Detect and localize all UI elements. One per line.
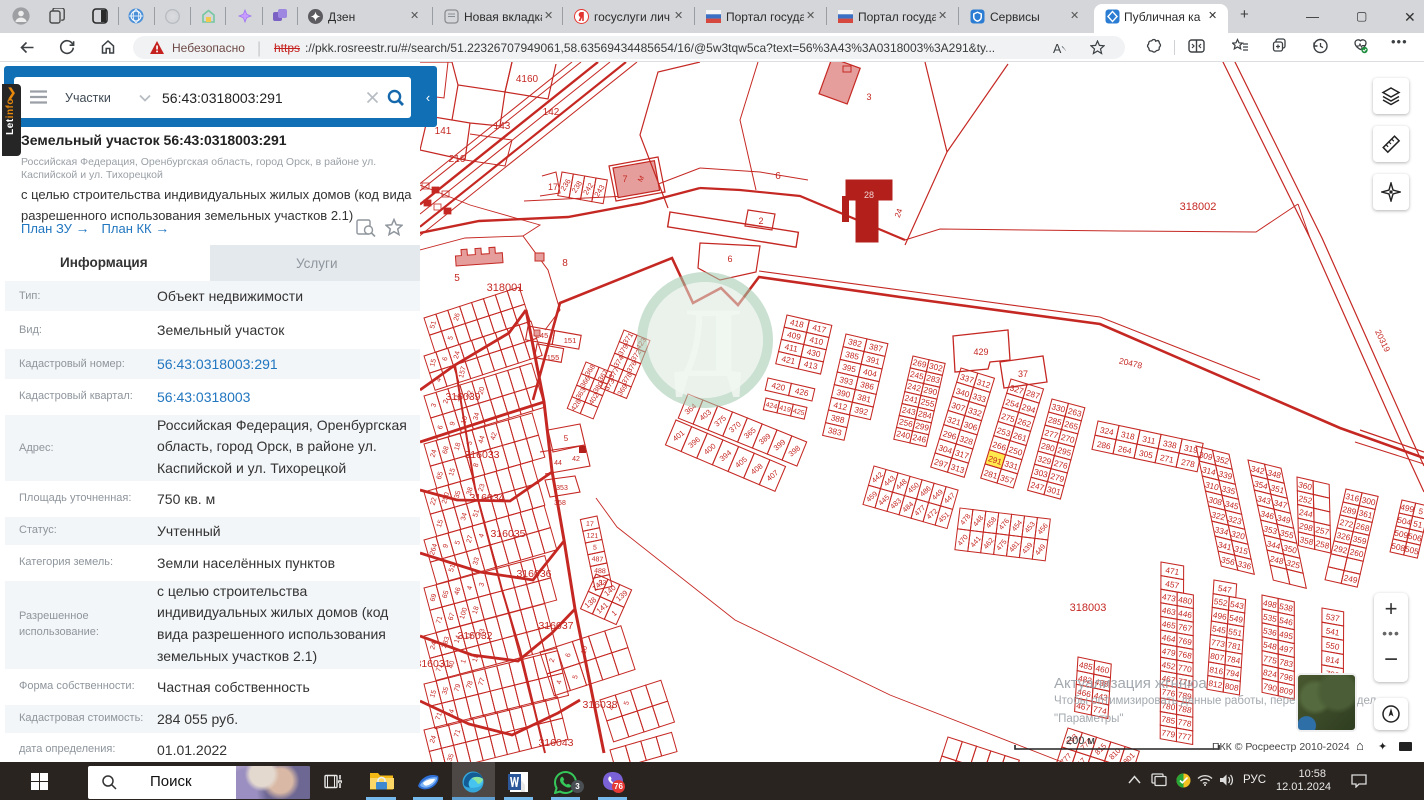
svg-text:316031: 316031 [420,658,451,670]
svg-text:358: 358 [554,500,566,507]
svg-text:141: 141 [435,126,452,137]
svg-text:216: 216 [449,154,466,165]
svg-text:487: 487 [591,556,603,564]
svg-text:Д: Д [674,287,743,398]
svg-text:151: 151 [564,336,577,345]
svg-text:316035: 316035 [490,528,525,540]
svg-text:17: 17 [586,521,594,528]
svg-text:316032: 316032 [457,630,492,642]
svg-text:8: 8 [562,258,568,269]
svg-text:316033: 316033 [464,449,499,461]
svg-text:353: 353 [556,485,568,492]
svg-text:429: 429 [973,347,988,357]
svg-text:37: 37 [1018,369,1028,379]
svg-text:316036: 316036 [516,568,551,580]
svg-text:155: 155 [547,353,560,362]
svg-text:316039: 316039 [445,391,480,403]
svg-text:7: 7 [622,174,627,184]
svg-text:ПКК © Росреестр 2010-2024: ПКК © Росреестр 2010-2024 [1212,741,1350,753]
svg-text:Актуализация жгннюа: Актуализация жгннюа [1054,675,1207,692]
svg-text:121: 121 [586,533,598,541]
svg-text:318003: 318003 [1070,602,1107,614]
svg-text:4160: 4160 [516,74,539,85]
svg-text:42: 42 [572,456,580,463]
svg-text:316037: 316037 [538,620,573,632]
svg-text:5: 5 [593,545,597,552]
svg-text:17: 17 [548,182,558,192]
svg-text:6: 6 [775,171,781,182]
svg-text:316043: 316043 [538,737,573,749]
svg-text:318002: 318002 [1180,201,1217,213]
svg-text:142: 142 [543,107,560,118]
svg-text:200 м: 200 м [1066,735,1095,747]
svg-text:316038: 316038 [582,699,617,711]
svg-text:5: 5 [454,273,460,284]
svg-text:6: 6 [727,254,732,264]
svg-text:28: 28 [864,190,874,200]
svg-text:5: 5 [564,434,569,443]
svg-text:143: 143 [494,121,511,132]
svg-text:316034: 316034 [469,492,504,504]
svg-text:⌂: ⌂ [1356,738,1364,753]
svg-text:"Параметры": "Параметры" [1054,713,1123,725]
svg-text:2: 2 [758,216,763,226]
svg-text:✦: ✦ [1378,741,1387,753]
svg-text:3: 3 [866,92,871,102]
svg-text:44: 44 [554,460,562,467]
